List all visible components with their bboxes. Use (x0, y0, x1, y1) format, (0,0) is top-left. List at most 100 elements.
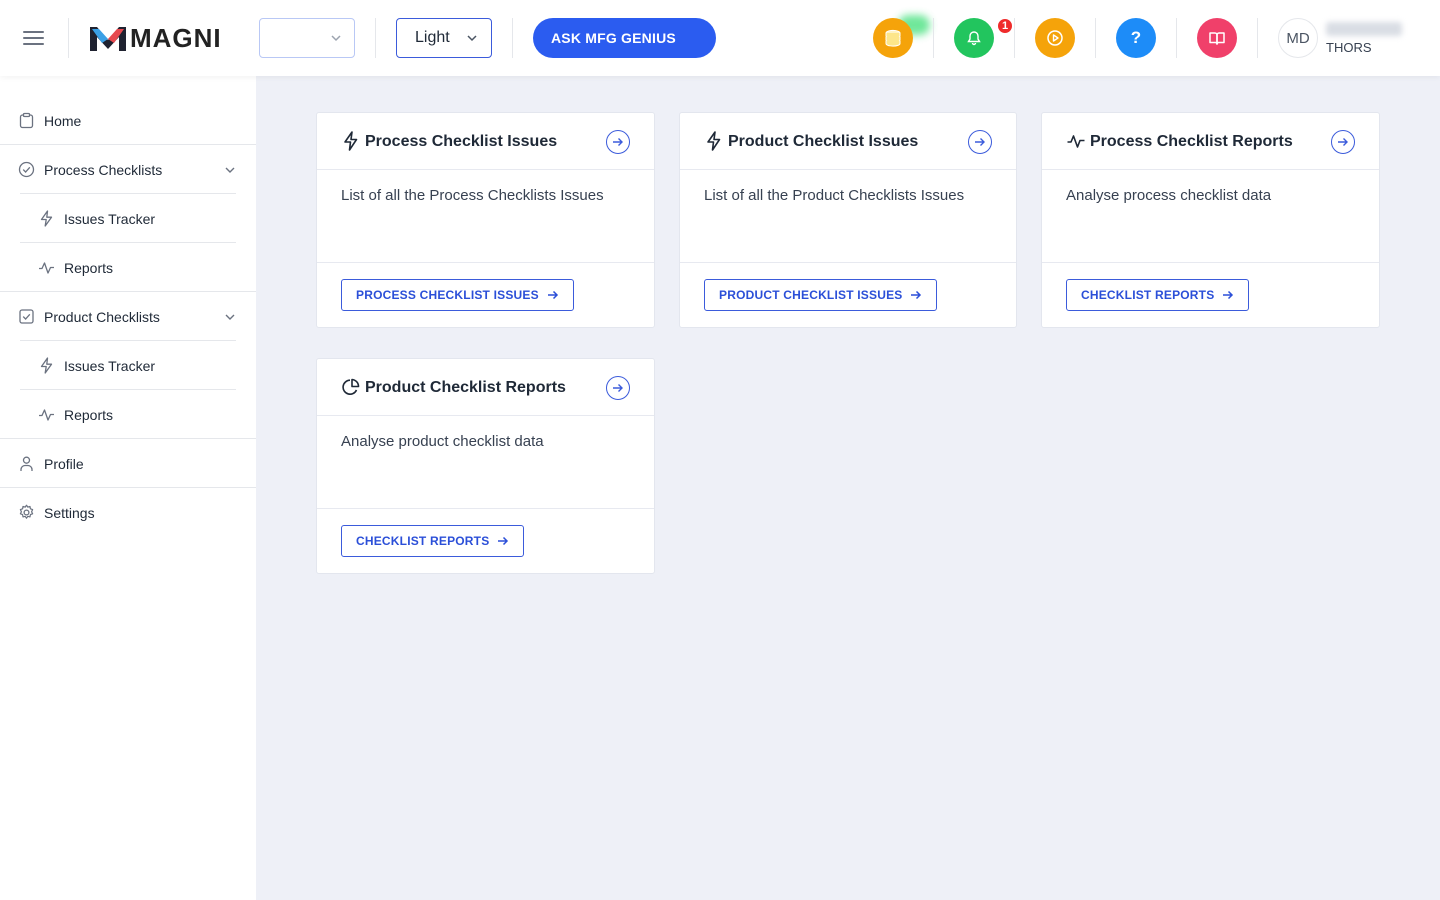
sidebar-item-label: Product Checklists (44, 309, 160, 325)
header-divider (1176, 18, 1177, 58)
avatar[interactable]: MD (1278, 18, 1318, 58)
sidebar-item-label: Settings (44, 505, 95, 521)
sidebar-item-label: Issues Tracker (64, 211, 156, 227)
notification-badge: 1 (996, 17, 1014, 35)
sidebar-item-label: Process Checklists (44, 162, 163, 178)
card-header: Process Checklist Reports (1042, 113, 1379, 170)
card-open-button[interactable] (606, 376, 630, 400)
card-open-button[interactable] (968, 130, 992, 154)
bolt-icon (344, 131, 358, 151)
menu-icon[interactable] (22, 27, 46, 49)
sidebar-item-product-reports[interactable]: Reports (0, 390, 256, 439)
notifications-button[interactable] (954, 18, 994, 58)
card-header: Product Checklist Issues (680, 113, 1016, 170)
pie-chart-icon (342, 378, 360, 395)
gear-icon (19, 504, 34, 519)
button-label: CHECKLIST REPORTS (356, 534, 490, 548)
header-divider (68, 18, 69, 58)
card-header: Process Checklist Issues (317, 113, 654, 170)
card-open-button[interactable] (1331, 130, 1355, 154)
activity-icon (1067, 135, 1085, 148)
process-checklist-reports-button[interactable]: CHECKLIST REPORTS (1066, 279, 1250, 311)
book-icon (1209, 32, 1225, 45)
sidebar-item-process-checklists[interactable]: Process Checklists (0, 145, 256, 194)
sidebar-item-home[interactable]: Home (0, 96, 256, 145)
card-process-checklist-issues: Process Checklist Issues List of all the… (316, 112, 655, 328)
ask-mfg-genius-button[interactable]: ASK MFG GENIUS (533, 18, 716, 58)
bell-icon (967, 31, 981, 46)
help-button[interactable]: ? (1116, 18, 1156, 58)
card-footer: PROCESS CHECKLIST ISSUES (317, 262, 654, 327)
card-title: Product Checklist Issues (728, 133, 919, 150)
card-description: Analyse process checklist data (1066, 187, 1272, 204)
magni-logo[interactable]: MAGNI (90, 22, 222, 53)
card-footer: CHECKLIST REPORTS (1042, 262, 1379, 327)
card-product-checklist-reports: Product Checklist Reports Analyse produc… (316, 358, 655, 574)
logo-mark-icon (90, 27, 126, 51)
sidebar-item-label: Issues Tracker (64, 358, 156, 374)
header-divider (512, 18, 513, 58)
card-footer: PRODUCT CHECKLIST ISSUES (680, 262, 1016, 327)
card-title: Product Checklist Reports (365, 379, 566, 396)
video-tutorials-button[interactable] (1035, 18, 1075, 58)
sidebar-item-settings[interactable]: Settings (0, 488, 256, 537)
sidebar-item-process-issues-tracker[interactable]: Issues Tracker (0, 194, 256, 243)
play-icon (1047, 30, 1063, 46)
sidebar-item-label: Profile (44, 456, 84, 472)
card-header: Product Checklist Reports (317, 359, 654, 416)
product-checklist-issues-button[interactable]: PRODUCT CHECKLIST ISSUES (704, 279, 938, 311)
top-header: MAGNI Light ASK MFG GENIUS 1 ? MD THORS (0, 0, 1440, 76)
header-divider (1095, 18, 1096, 58)
logo-text: MAGNI (130, 22, 222, 53)
arrow-right-icon (1338, 138, 1348, 146)
card-open-button[interactable] (606, 130, 630, 154)
user-company: THORS (1326, 40, 1372, 55)
chevron-down-icon (225, 314, 235, 320)
check-circle-icon (18, 161, 35, 178)
user-name-redacted (1326, 22, 1402, 36)
theme-select[interactable]: Light (396, 18, 492, 58)
documentation-button[interactable] (1197, 18, 1237, 58)
arrow-right-icon (613, 384, 623, 392)
arrow-right-icon (613, 138, 623, 146)
header-divider (933, 18, 934, 58)
header-divider (375, 18, 376, 58)
coins-icon (885, 29, 901, 47)
coins-button[interactable] (873, 18, 913, 58)
user-icon (20, 456, 33, 471)
button-label: CHECKLIST REPORTS (1081, 288, 1215, 302)
card-description: List of all the Product Checklists Issue… (704, 187, 965, 204)
process-checklist-issues-button[interactable]: PROCESS CHECKLIST ISSUES (341, 279, 574, 311)
button-label: PRODUCT CHECKLIST ISSUES (719, 288, 903, 302)
sidebar-item-label: Home (44, 113, 82, 129)
sidebar-item-product-checklists[interactable]: Product Checklists (0, 292, 256, 341)
arrow-right-icon (975, 138, 985, 146)
arrow-right-icon (547, 290, 558, 300)
product-checklist-reports-button[interactable]: CHECKLIST REPORTS (341, 525, 525, 557)
card-description: Analyse product checklist data (341, 433, 544, 450)
sidebar-item-profile[interactable]: Profile (0, 439, 256, 488)
sidebar-item-label: Reports (64, 407, 114, 423)
sidebar-item-product-issues-tracker[interactable]: Issues Tracker (0, 341, 256, 390)
chevron-down-icon (467, 35, 477, 42)
bolt-icon (40, 357, 53, 374)
bolt-icon (40, 210, 53, 227)
clipboard-icon (19, 112, 34, 129)
card-product-checklist-issues: Product Checklist Issues List of all the… (679, 112, 1017, 328)
header-divider (1257, 18, 1258, 58)
card-process-checklist-reports: Process Checklist Reports Analyse proces… (1041, 112, 1380, 328)
button-label: PROCESS CHECKLIST ISSUES (356, 288, 539, 302)
arrow-right-icon (498, 536, 509, 546)
sidebar-item-process-reports[interactable]: Reports (0, 243, 256, 292)
organization-select[interactable] (259, 18, 355, 58)
chevron-down-icon (225, 167, 235, 173)
card-title: Process Checklist Issues (365, 133, 558, 150)
header-divider (1014, 18, 1015, 58)
sidebar-item-label: Reports (64, 260, 114, 276)
theme-select-value: Light (415, 29, 450, 46)
card-description: List of all the Process Checklists Issue… (341, 187, 604, 204)
arrow-right-icon (911, 290, 922, 300)
help-icon: ? (1130, 28, 1142, 47)
check-square-icon (19, 309, 34, 324)
card-footer: CHECKLIST REPORTS (317, 508, 654, 573)
